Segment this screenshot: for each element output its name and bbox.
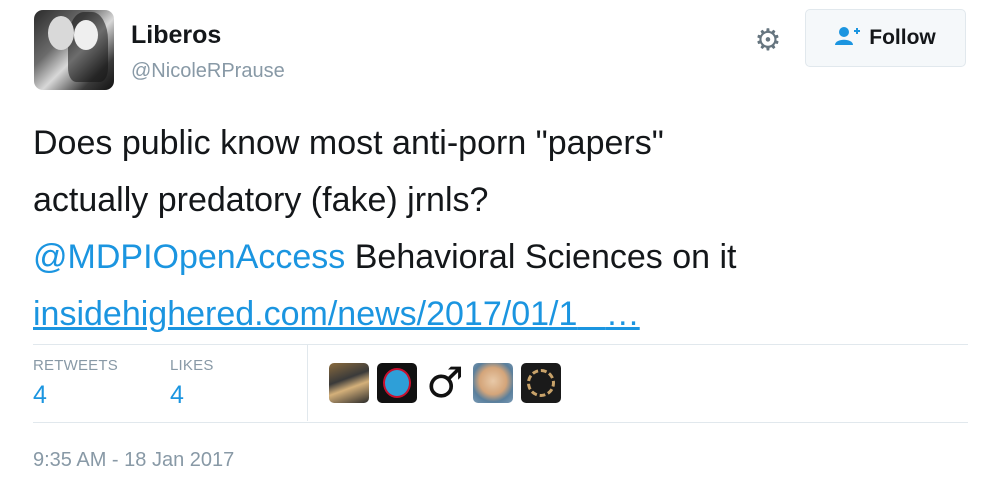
liker-avatar-2[interactable] [377, 363, 417, 403]
tweet-url-link[interactable]: insidehighered.com/news/2017/01/1 … [33, 295, 640, 333]
retweets-stat[interactable]: RETWEETS 4 [33, 357, 118, 410]
tweet-line: actually predatory (fake) jrnls? [33, 181, 489, 219]
follow-person-icon [835, 26, 861, 51]
retweets-label: RETWEETS [33, 357, 118, 374]
follow-label: Follow [869, 26, 936, 49]
url-ellipsis: … [605, 295, 640, 333]
avatar-image-face [48, 16, 74, 50]
tweet-text: Does public know most anti-porn "papers"… [33, 115, 973, 343]
stats-vertical-divider [307, 345, 308, 421]
liker-avatar-5[interactable] [521, 363, 561, 403]
user-display-name[interactable]: Liberos [131, 21, 221, 50]
user-avatar[interactable] [34, 10, 114, 90]
stats-top-divider [33, 344, 968, 345]
likes-label: LIKES [170, 357, 214, 374]
tweet-line: @MDPIOpenAccess Behavioral Sciences on i… [33, 229, 973, 286]
follow-button[interactable]: Follow [805, 9, 966, 67]
stats-bottom-divider [33, 422, 968, 423]
retweets-count: 4 [33, 381, 47, 409]
emblem-icon [527, 369, 555, 397]
url-text: insidehighered.com/news/2017/01/1 [33, 295, 578, 333]
tweet-link-line: insidehighered.com/news/2017/01/1 … [33, 286, 973, 343]
tweet-line-rest: Behavioral Sciences on it [345, 238, 737, 276]
liker-avatar-4[interactable] [473, 363, 513, 403]
liker-avatar-1[interactable] [329, 363, 369, 403]
liker-avatars: ♂ [329, 363, 561, 403]
tweet-line: Does public know most anti-porn "papers" [33, 124, 664, 162]
likes-stat[interactable]: LIKES 4 [170, 357, 214, 410]
gear-icon[interactable]: ⚙ [752, 25, 784, 57]
mention-link[interactable]: @MDPIOpenAccess [33, 238, 345, 276]
tweet-timestamp[interactable]: 9:35 AM - 18 Jan 2017 [33, 449, 234, 472]
male-symbol-icon: ♂ [426, 363, 464, 403]
liker-avatar-3[interactable]: ♂ [425, 363, 465, 403]
brain-icon [383, 368, 411, 398]
likes-count: 4 [170, 381, 184, 409]
user-handle[interactable]: @NicoleRPrause [131, 60, 285, 83]
avatar-image-face [74, 20, 98, 50]
